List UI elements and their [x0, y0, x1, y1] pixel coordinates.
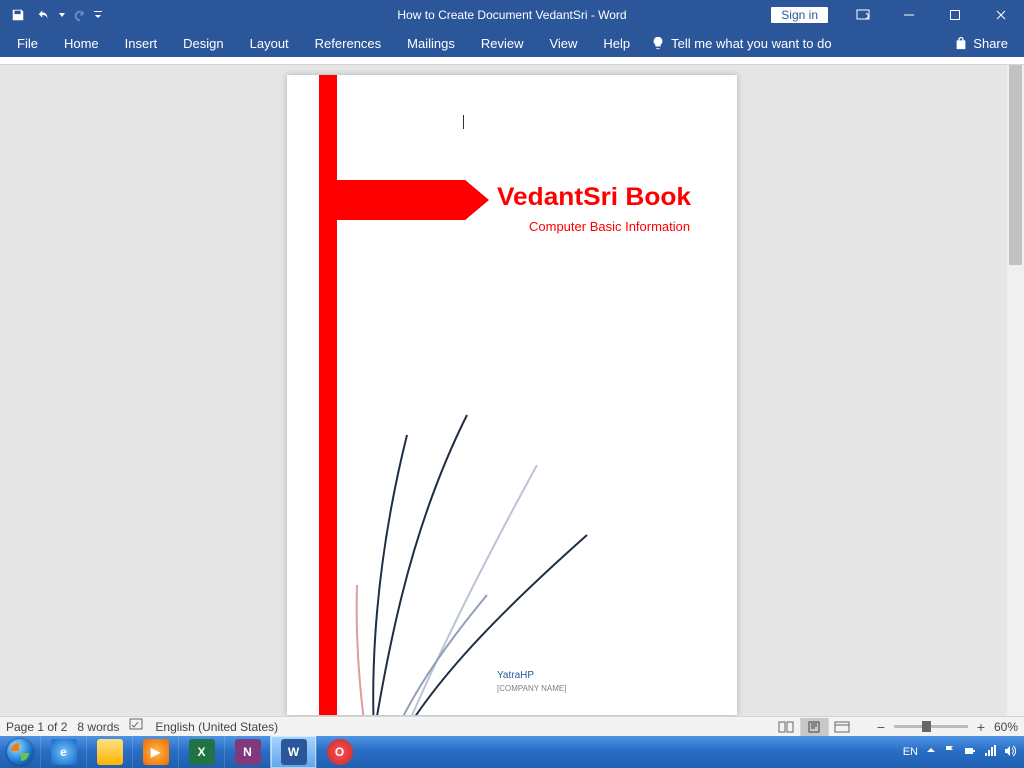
close-button[interactable]	[978, 0, 1024, 29]
tab-view[interactable]: View	[536, 29, 590, 57]
tab-file[interactable]: File	[4, 29, 51, 57]
cover-grass-graphic	[327, 355, 627, 715]
lightbulb-icon	[651, 36, 665, 50]
windows-logo-icon	[7, 739, 33, 765]
tray-flag-icon[interactable]	[944, 745, 956, 760]
zoom-out-button[interactable]: −	[874, 720, 888, 734]
sign-in-button[interactable]: Sign in	[771, 7, 828, 23]
tray-power-icon[interactable]	[964, 745, 976, 760]
ribbon-display-options-button[interactable]	[840, 0, 886, 29]
minimize-button[interactable]	[886, 0, 932, 29]
taskbar-apps: e ▶ X N W O	[40, 736, 362, 768]
undo-button[interactable]	[32, 3, 56, 27]
share-label: Share	[973, 36, 1008, 51]
zoom-slider-knob[interactable]	[922, 721, 931, 732]
cover-red-arrow	[319, 180, 489, 220]
taskbar-excel[interactable]: X	[178, 736, 224, 768]
taskbar-onenote[interactable]: N	[224, 736, 270, 768]
tab-layout[interactable]: Layout	[237, 29, 302, 57]
scrollbar-thumb[interactable]	[1009, 65, 1022, 265]
taskbar-opera[interactable]: O	[316, 736, 362, 768]
status-language[interactable]: English (United States)	[155, 720, 278, 734]
start-button[interactable]	[0, 736, 40, 768]
tab-help[interactable]: Help	[590, 29, 643, 57]
qat-customize[interactable]	[94, 11, 102, 19]
tab-insert[interactable]: Insert	[112, 29, 171, 57]
title-bar: How to Create Document VedantSri - Word …	[0, 0, 1024, 29]
excel-icon: X	[189, 739, 215, 765]
tray-chevron-icon[interactable]	[926, 746, 936, 759]
tray-language[interactable]: EN	[903, 746, 918, 758]
taskbar-word[interactable]: W	[270, 736, 316, 768]
system-tray: EN	[903, 745, 1024, 760]
text-cursor	[463, 115, 464, 129]
zoom-controls: − + 60%	[874, 720, 1018, 734]
save-button[interactable]	[6, 3, 30, 27]
tab-mailings[interactable]: Mailings	[394, 29, 468, 57]
ie-icon: e	[51, 739, 77, 765]
tab-references[interactable]: References	[302, 29, 394, 57]
web-layout-button[interactable]	[828, 718, 856, 736]
document-canvas[interactable]: VedantSri Book Computer Basic Informatio…	[0, 65, 1024, 716]
status-bar: Page 1 of 2 8 words English (United Stat…	[0, 716, 1024, 736]
maximize-button[interactable]	[932, 0, 978, 29]
window-controls: Sign in	[771, 0, 1024, 29]
taskbar-explorer[interactable]	[86, 736, 132, 768]
cover-red-sidebar	[319, 75, 337, 715]
undo-dropdown[interactable]	[58, 13, 66, 17]
page[interactable]: VedantSri Book Computer Basic Informatio…	[287, 75, 737, 715]
word-icon: W	[281, 739, 307, 765]
window-title: How to Create Document VedantSri - Word	[397, 8, 626, 22]
document-author[interactable]: YatraHP	[497, 670, 534, 681]
ribbon-collapsed-edge	[0, 57, 1024, 65]
status-words[interactable]: 8 words	[77, 720, 119, 734]
zoom-value[interactable]: 60%	[994, 720, 1018, 734]
spelling-icon[interactable]	[129, 718, 145, 735]
status-page[interactable]: Page 1 of 2	[6, 720, 67, 734]
tab-home[interactable]: Home	[51, 29, 112, 57]
tray-network-icon[interactable]	[984, 745, 996, 760]
share-icon	[954, 36, 968, 50]
document-company[interactable]: [COMPANY NAME]	[497, 684, 567, 693]
share-button[interactable]: Share	[954, 36, 1020, 51]
zoom-in-button[interactable]: +	[974, 720, 988, 734]
read-mode-button[interactable]	[772, 718, 800, 736]
ribbon-tabs: File Home Insert Design Layout Reference…	[0, 29, 1024, 57]
tab-design[interactable]: Design	[170, 29, 236, 57]
redo-button[interactable]	[68, 3, 92, 27]
media-icon: ▶	[143, 739, 169, 765]
opera-icon: O	[327, 739, 353, 765]
document-subtitle[interactable]: Computer Basic Information	[529, 219, 690, 234]
vertical-scrollbar[interactable]	[1007, 65, 1024, 716]
document-title[interactable]: VedantSri Book	[497, 183, 691, 212]
taskbar-ie[interactable]: e	[40, 736, 86, 768]
tell-me-label: Tell me what you want to do	[671, 36, 831, 51]
print-layout-button[interactable]	[800, 718, 828, 736]
onenote-icon: N	[235, 739, 261, 765]
taskbar: e ▶ X N W O EN	[0, 736, 1024, 768]
tray-volume-icon[interactable]	[1004, 745, 1016, 760]
quick-access-toolbar	[0, 3, 102, 27]
tell-me-search[interactable]: Tell me what you want to do	[651, 36, 831, 51]
zoom-slider[interactable]	[894, 725, 968, 728]
tab-review[interactable]: Review	[468, 29, 537, 57]
taskbar-media[interactable]: ▶	[132, 736, 178, 768]
folder-icon	[97, 739, 123, 765]
view-buttons	[772, 718, 856, 736]
